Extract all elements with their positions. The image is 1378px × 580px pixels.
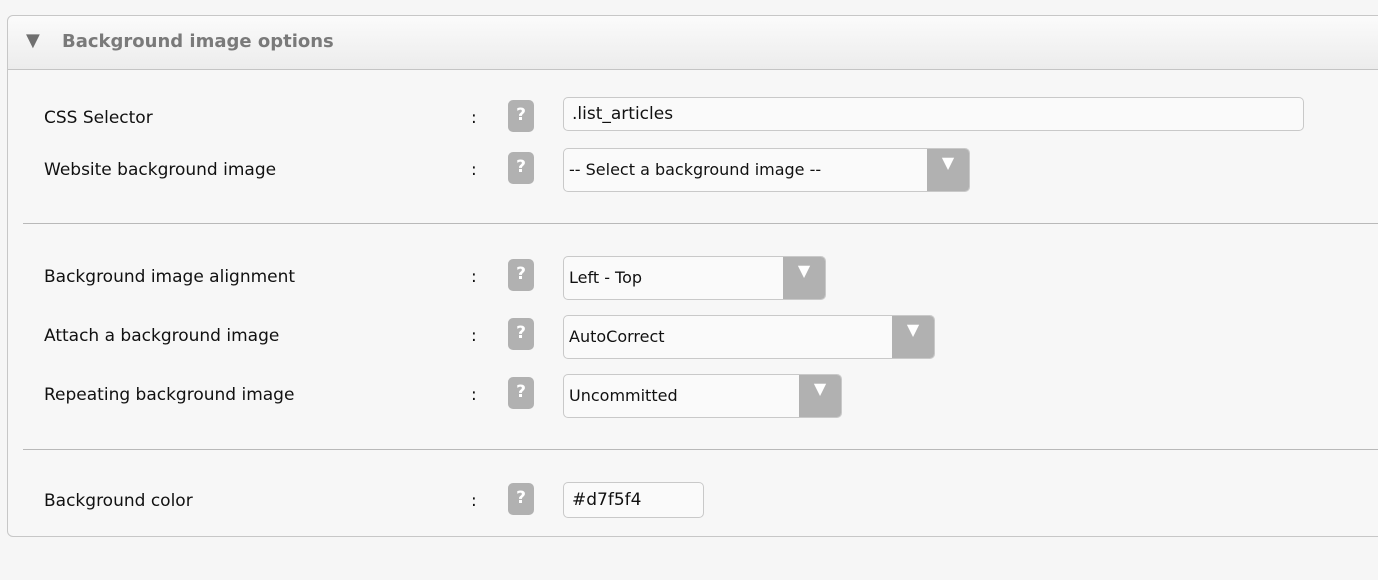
panel-title: Background image options bbox=[62, 31, 334, 52]
css-selector-input[interactable] bbox=[563, 97, 1304, 131]
website-bg-image-select[interactable]: -- Select a background image -- ▼ bbox=[563, 148, 970, 192]
collapse-triangle-icon[interactable]: ▼ bbox=[26, 31, 40, 51]
website-bg-image-value: -- Select a background image -- bbox=[569, 160, 822, 179]
background-image-options-panel: ▼ Background image options CSS Selector … bbox=[7, 15, 1378, 537]
bg-alignment-value: Left - Top bbox=[569, 268, 643, 287]
section-divider bbox=[23, 449, 1378, 450]
colon: : bbox=[471, 491, 477, 511]
dropdown-arrow-icon[interactable]: ▼ bbox=[799, 375, 841, 417]
bg-color-row: Background color : ? bbox=[8, 481, 1378, 525]
dropdown-arrow-icon[interactable]: ▼ bbox=[927, 149, 969, 191]
colon: : bbox=[471, 160, 477, 180]
website-bg-image-label: Website background image bbox=[44, 160, 277, 180]
panel-header[interactable]: ▼ Background image options bbox=[8, 16, 1378, 70]
help-icon[interactable]: ? bbox=[508, 152, 534, 184]
bg-color-label: Background color bbox=[44, 491, 193, 511]
help-icon[interactable]: ? bbox=[508, 318, 534, 350]
css-selector-row: CSS Selector : ? bbox=[8, 96, 1378, 140]
help-icon[interactable]: ? bbox=[508, 259, 534, 291]
bg-repeat-select[interactable]: Uncommitted ▼ bbox=[563, 374, 842, 418]
bg-attach-row: Attach a background image : ? AutoCorrec… bbox=[8, 315, 1378, 359]
bg-attach-select[interactable]: AutoCorrect ▼ bbox=[563, 315, 935, 359]
bg-attach-value: AutoCorrect bbox=[569, 327, 665, 346]
website-bg-image-row: Website background image : ? -- Select a… bbox=[8, 148, 1378, 192]
dropdown-arrow-icon[interactable]: ▼ bbox=[783, 257, 825, 299]
section-divider bbox=[23, 223, 1378, 224]
bg-attach-label: Attach a background image bbox=[44, 326, 280, 346]
colon: : bbox=[471, 326, 477, 346]
bg-alignment-label: Background image alignment bbox=[44, 267, 296, 287]
bg-alignment-select[interactable]: Left - Top ▼ bbox=[563, 256, 826, 300]
bg-repeat-label: Repeating background image bbox=[44, 385, 295, 405]
help-icon[interactable]: ? bbox=[508, 100, 534, 132]
bg-alignment-row: Background image alignment : ? Left - To… bbox=[8, 256, 1378, 300]
colon: : bbox=[471, 267, 477, 287]
bg-repeat-row: Repeating background image : ? Uncommitt… bbox=[8, 374, 1378, 418]
bg-color-input[interactable] bbox=[563, 482, 704, 518]
help-icon[interactable]: ? bbox=[508, 377, 534, 409]
colon: : bbox=[471, 385, 477, 405]
bg-repeat-value: Uncommitted bbox=[569, 386, 678, 405]
dropdown-arrow-icon[interactable]: ▼ bbox=[892, 316, 934, 358]
help-icon[interactable]: ? bbox=[508, 483, 534, 515]
colon: : bbox=[471, 108, 477, 128]
css-selector-label: CSS Selector bbox=[44, 108, 153, 128]
